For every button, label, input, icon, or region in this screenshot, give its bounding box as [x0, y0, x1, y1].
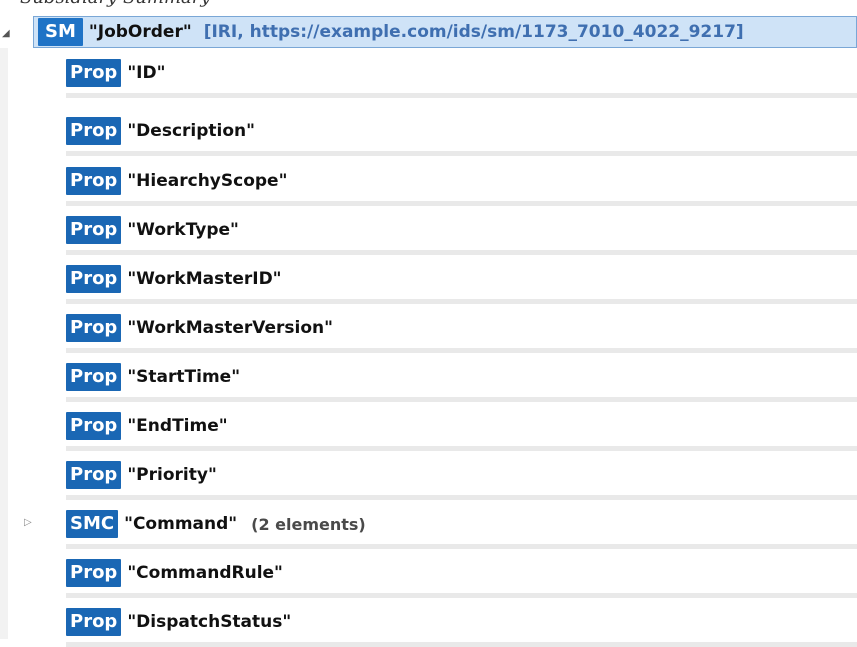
property-name: "Description" [127, 121, 255, 141]
property-name: "Priority" [127, 465, 217, 485]
property-name: "WorkType" [127, 220, 239, 240]
property-name: "HiearchyScope" [127, 171, 288, 191]
property-name: "DispatchStatus" [127, 612, 292, 632]
property-name: "EndTime" [127, 416, 228, 436]
expand-arrow-icon[interactable]: ▷ [24, 517, 32, 528]
tree-item-description[interactable]: Prop "Description" [66, 116, 857, 156]
tree-item-starttime[interactable]: Prop "StartTime" [66, 362, 857, 402]
tree-root-submodel[interactable]: SM "JobOrder" [IRI, https://example.com/… [33, 16, 857, 48]
property-name: "WorkMasterID" [127, 269, 282, 289]
tree-item-id[interactable]: Prop "ID" [66, 58, 857, 98]
property-name: "ID" [127, 63, 166, 83]
tree-item-priority[interactable]: Prop "Priority" [66, 460, 857, 500]
tree-item-workmasterversion[interactable]: Prop "WorkMasterVersion" [66, 313, 857, 353]
prop-badge: Prop [66, 461, 122, 489]
prop-badge: Prop [66, 314, 122, 342]
tree-gutter [0, 48, 8, 639]
tree-item-hiearchyscope[interactable]: Prop "HiearchyScope" [66, 166, 857, 206]
prop-badge: Prop [66, 117, 122, 145]
prop-badge: Prop [66, 216, 122, 244]
prop-badge: Prop [66, 363, 122, 391]
prop-badge: Prop [66, 412, 122, 440]
prop-badge: Prop [66, 559, 122, 587]
prop-badge: Prop [66, 608, 122, 636]
property-name: "WorkMasterVersion" [127, 318, 333, 338]
tree-item-workmasterid[interactable]: Prop "WorkMasterID" [66, 264, 857, 304]
smc-badge: SMC [66, 510, 119, 538]
clipped-header-text: Subsidiary Summary [20, 0, 211, 8]
sm-badge: SM [38, 18, 83, 46]
prop-badge: Prop [66, 59, 122, 87]
tree-item-endtime[interactable]: Prop "EndTime" [66, 411, 857, 451]
prop-badge: Prop [66, 265, 122, 293]
tree-item-commandrule[interactable]: Prop "CommandRule" [66, 558, 857, 598]
collection-name: "Command" [124, 514, 238, 534]
tree-item-dispatchstatus[interactable]: Prop "DispatchStatus" [66, 607, 857, 647]
submodel-identifier: [IRI, https://example.com/ids/sm/1173_70… [203, 22, 744, 42]
tree-item-command[interactable]: ▷ SMC "Command" (2 elements) [24, 509, 857, 549]
tree-item-worktype[interactable]: Prop "WorkType" [66, 215, 857, 255]
submodel-name: "JobOrder" [88, 22, 192, 42]
collapse-arrow-icon[interactable]: ◢ [2, 28, 14, 40]
property-name: "CommandRule" [127, 563, 283, 583]
element-count: (2 elements) [251, 514, 366, 534]
prop-badge: Prop [66, 167, 122, 195]
property-name: "StartTime" [127, 367, 241, 387]
